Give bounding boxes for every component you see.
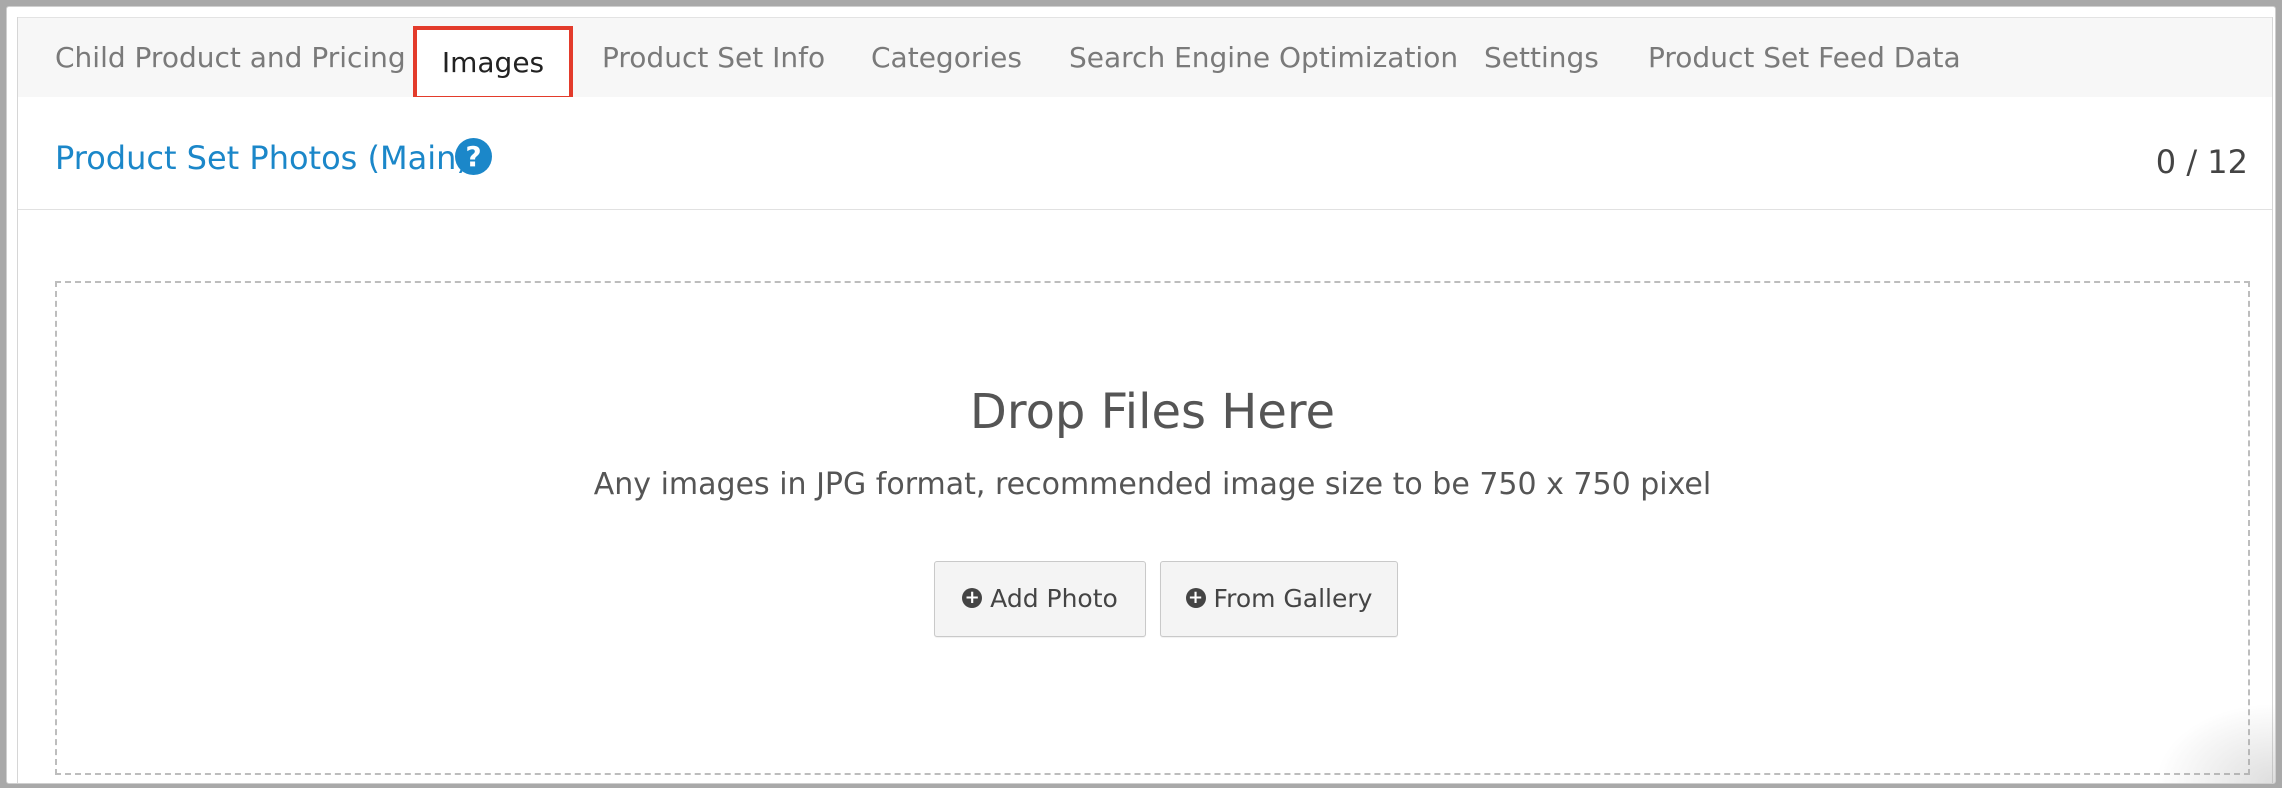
file-dropzone[interactable]: Drop Files Here Any images in JPG format… <box>55 281 2250 775</box>
tab-product-set-info[interactable]: Product Set Info <box>602 18 825 97</box>
tab-images[interactable]: Images <box>413 26 573 100</box>
tab-child-product-and-pricing[interactable]: Child Product and Pricing <box>55 18 406 97</box>
tab-search-engine-optimization[interactable]: Search Engine Optimization <box>1069 18 1458 97</box>
product-set-panel: Child Product and Pricing Images Product… <box>17 17 2273 783</box>
dropzone-title: Drop Files Here <box>969 384 1336 440</box>
add-photo-label: Add Photo <box>990 584 1118 613</box>
add-photo-button[interactable]: + Add Photo <box>934 561 1146 637</box>
tab-settings[interactable]: Settings <box>1484 18 1599 97</box>
window-frame: Child Product and Pricing Images Product… <box>6 6 2276 784</box>
plus-circle-icon: + <box>962 588 983 608</box>
question-circle-icon[interactable]: ? <box>455 138 492 175</box>
tab-product-set-feed-data[interactable]: Product Set Feed Data <box>1648 18 1961 97</box>
dropzone-subtitle: Any images in JPG format, recommended im… <box>593 467 1712 502</box>
section-title: Product Set Photos (Main) <box>55 139 469 177</box>
photo-count: 0 / 12 <box>2155 143 2248 181</box>
tab-categories[interactable]: Categories <box>871 18 1022 97</box>
section-header: Product Set Photos (Main) ? 0 / 12 <box>18 97 2272 210</box>
from-gallery-label: From Gallery <box>1213 584 1373 613</box>
from-gallery-button[interactable]: + From Gallery <box>1160 561 1398 637</box>
tab-bar: Child Product and Pricing Images Product… <box>18 17 2272 100</box>
plus-circle-icon: + <box>1185 588 1206 608</box>
